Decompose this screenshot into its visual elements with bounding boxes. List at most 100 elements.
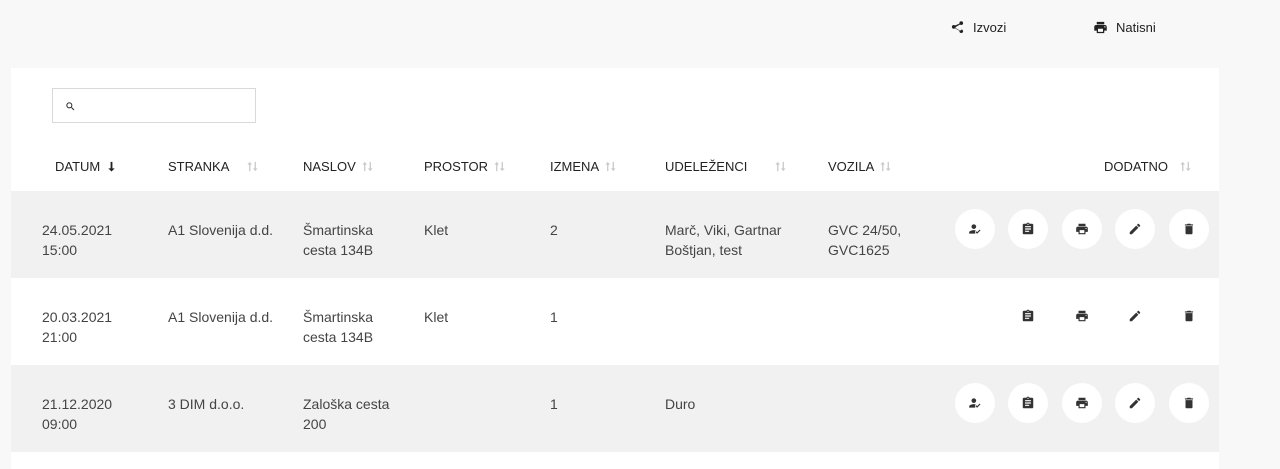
address-line: Zaloška cesta [303,396,390,412]
print-label: Natisni [1116,19,1156,35]
column-label: DODATNO [1104,158,1169,174]
pencil-icon [1129,397,1141,409]
trash-icon [1184,223,1194,235]
clipboard-icon [1022,222,1034,235]
search-input[interactable] [83,89,253,122]
share-icon [951,20,964,33]
trash-icon [1184,397,1194,409]
cell-stranka: 3 DIM d.o.o. [168,394,244,414]
time-text: 15:00 [42,242,78,258]
address-line: cesta 134B [303,329,374,345]
sort-icon [775,161,786,171]
edit-button[interactable] [1115,296,1155,336]
print-row-button[interactable] [1062,209,1102,249]
sort-icon [1180,161,1191,171]
column-label: IZMENA [550,158,600,174]
sort-desc-icon [108,161,115,172]
table-row[interactable]: 21.12.2020 09:00 3 DIM d.o.o. Zaloška ce… [11,365,1219,452]
column-header-naslov[interactable]: NASLOV [303,154,373,178]
cell-naslov: Zaloška cesta 200 [303,394,389,434]
column-label: VOZILA [828,158,875,174]
column-header-udelezenci[interactable]: UDELEŽENCI [665,154,786,178]
client-text: 3 DIM d.o.o. [168,396,245,412]
sort-icon [605,161,616,171]
address-line: Šmartinska [303,309,374,325]
cell-naslov: Šmartinska cesta 134B [303,220,373,260]
report-button[interactable] [1008,383,1048,423]
cell-datum: 24.05.2021 15:00 [42,220,112,260]
cell-naslov: Šmartinska cesta 134B [303,307,373,347]
column-label: STRANKA [168,158,230,174]
top-toolbar: Izvozi Natisni [0,0,1280,68]
search-box[interactable] [52,88,256,123]
participants-line: Boštjan, test [665,242,743,258]
room-text: Klet [424,309,449,325]
pencil-icon [1129,310,1141,322]
column-header-dodatno[interactable]: DODATNO [1104,154,1191,178]
sort-icon [362,161,373,171]
table-row[interactable]: 24.05.2021 15:00 A1 Slovenija d.d. Šmart… [11,191,1219,278]
print-row-button[interactable] [1062,296,1102,336]
printer-icon [1076,310,1088,322]
print-button[interactable]: Natisni [1093,17,1156,37]
print-row-button[interactable] [1062,383,1102,423]
shift-text: 2 [550,222,558,238]
sort-icon [247,161,258,171]
column-header-prostor[interactable]: PROSTOR [424,154,505,178]
report-button[interactable] [1008,209,1048,249]
column-header-datum[interactable]: DATUM [55,154,117,178]
delete-button[interactable] [1169,296,1209,336]
sort-icon [494,161,505,171]
search-icon [66,102,75,111]
participants-line: Marč, Viki, Gartnar [665,222,782,238]
delete-button[interactable] [1169,383,1209,423]
column-label: DATUM [55,158,101,174]
printer-icon [1076,397,1088,409]
cell-izmena: 1 [550,307,558,327]
pencil-icon [1129,223,1141,235]
table-row[interactable]: 20.03.2021 21:00 A1 Slovenija d.d. Šmart… [11,278,1219,365]
client-text: A1 Slovenija d.d. [168,309,274,325]
participants-line: Duro [665,396,696,412]
report-button[interactable] [1008,296,1048,336]
events-table-panel: DATUM STRANKA NASLOV PROSTOR IZMENA UDEL… [11,68,1219,469]
cell-izmena: 1 [550,394,558,414]
client-text: A1 Slovenija d.d. [168,222,274,238]
vehicles-line: GVC 24/50, [828,222,902,238]
date-text: 21.12.2020 [42,396,113,412]
export-label: Izvozi [973,19,1007,35]
cell-stranka: A1 Slovenija d.d. [168,307,273,327]
column-label: PROSTOR [424,158,489,174]
sign-icon [969,224,981,234]
delete-button[interactable] [1169,209,1209,249]
room-text: Klet [424,222,449,238]
export-button[interactable]: Izvozi [950,17,1006,37]
column-header-vozila[interactable]: VOZILA [828,154,891,178]
sign-button[interactable] [955,209,995,249]
column-label: NASLOV [303,158,356,174]
cell-udelezenci: Duro [665,394,695,414]
address-line: 200 [303,416,327,432]
sort-icon [880,161,891,171]
clipboard-icon [1022,396,1034,409]
edit-button[interactable] [1115,209,1155,249]
edit-button[interactable] [1115,383,1155,423]
cell-izmena: 2 [550,220,558,240]
cell-udelezenci: Marč, Viki, Gartnar Boštjan, test [665,220,781,260]
cell-datum: 21.12.2020 09:00 [42,394,112,434]
cell-prostor: Klet [424,307,448,327]
printer-icon [1076,223,1088,235]
shift-text: 1 [550,309,558,325]
address-line: cesta 134B [303,242,374,258]
sign-icon [969,398,981,408]
column-header-stranka[interactable]: STRANKA [168,154,258,178]
cell-prostor: Klet [424,220,448,240]
date-text: 20.03.2021 [42,309,113,325]
column-header-izmena[interactable]: IZMENA [550,154,616,178]
trash-icon [1184,310,1194,322]
page-margin [1219,68,1280,469]
sign-button[interactable] [955,383,995,423]
clipboard-icon [1022,309,1034,322]
time-text: 09:00 [42,416,78,432]
cell-stranka: A1 Slovenija d.d. [168,220,273,240]
